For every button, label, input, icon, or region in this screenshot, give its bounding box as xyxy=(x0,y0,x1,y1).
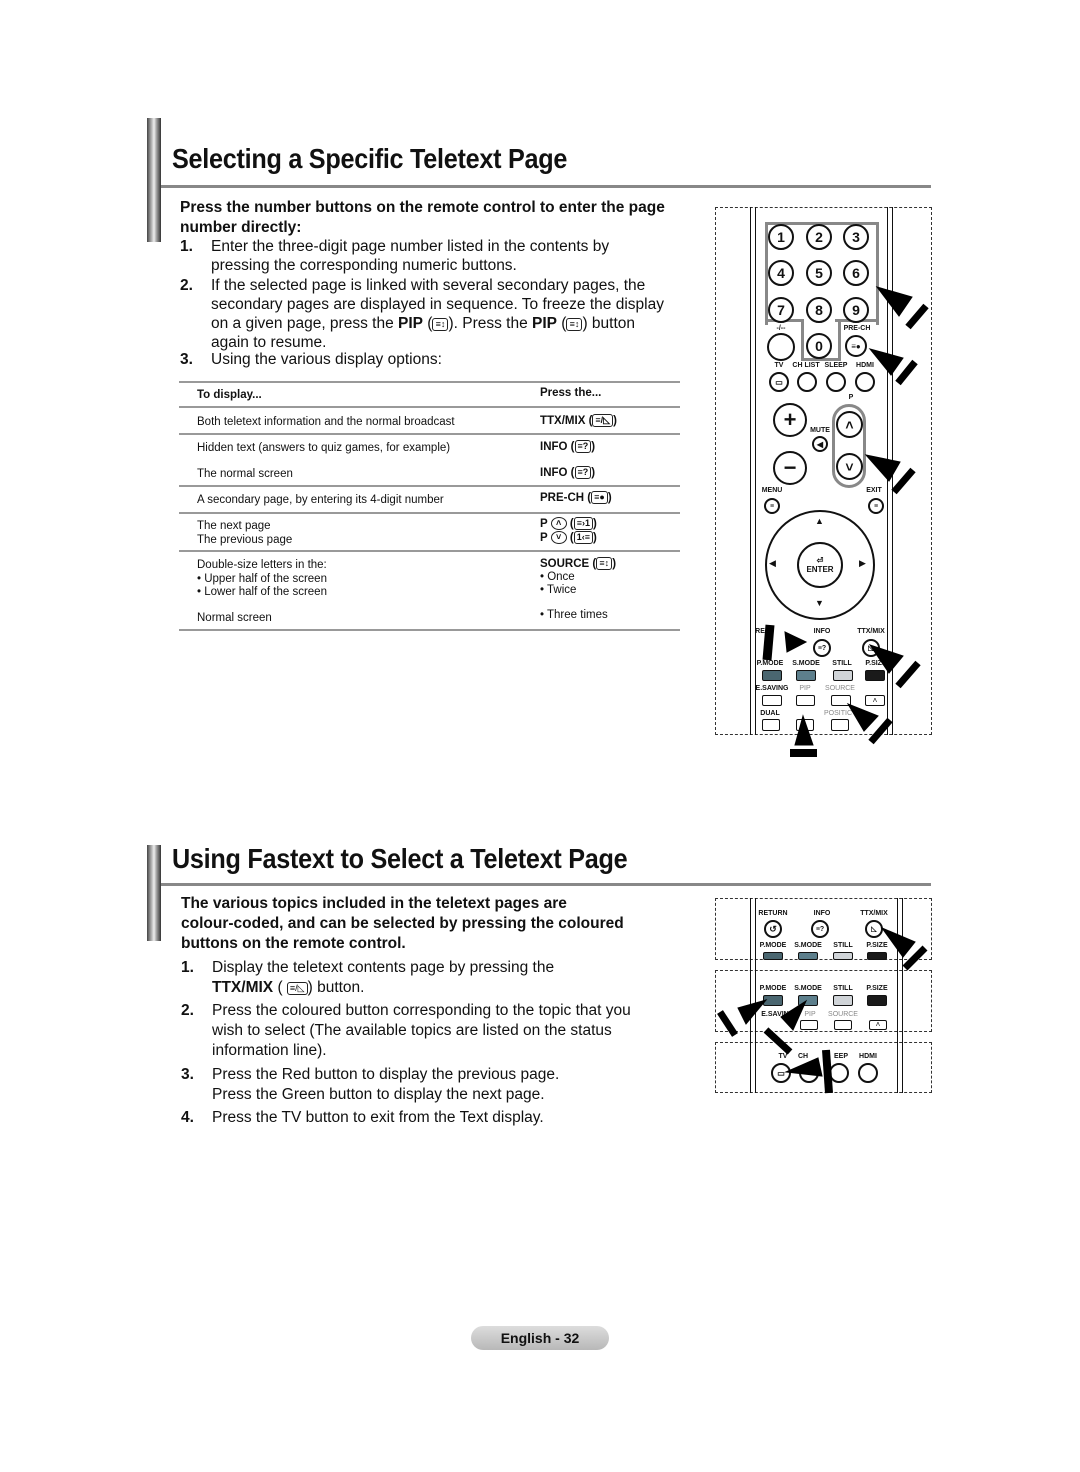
arrow-bar xyxy=(763,1027,793,1055)
arrow-icon xyxy=(880,926,916,958)
arrow-icon xyxy=(784,1057,823,1077)
page-number-badge: English - 32 xyxy=(471,1326,609,1350)
arrow-icon xyxy=(737,999,768,1025)
arrow-icon xyxy=(780,999,808,1031)
arrow-bar xyxy=(822,1049,833,1094)
pointer-arrows xyxy=(717,926,928,1094)
arrow-bar xyxy=(717,1010,738,1037)
